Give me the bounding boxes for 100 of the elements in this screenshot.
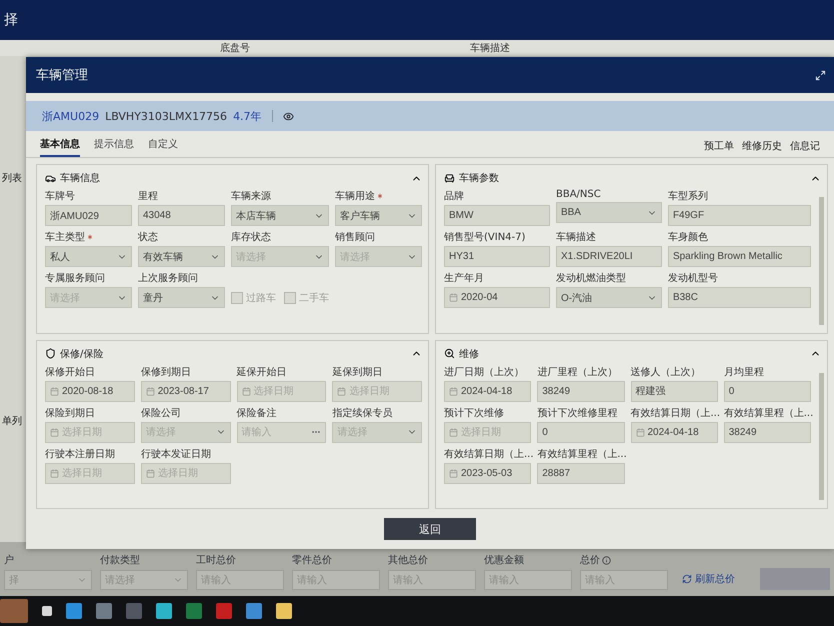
input-field[interactable]: 0 [724, 380, 811, 402]
field-label: 车牌号 [45, 190, 76, 203]
refresh-link[interactable]: 刷新总价 [682, 572, 735, 586]
field-label: 生产年月 [444, 272, 485, 285]
tab[interactable]: 提示信息 [94, 137, 134, 157]
input-field[interactable]: 38249 [537, 380, 624, 402]
date-field[interactable]: 2020-04 [444, 287, 550, 308]
section-title: 车辆信息 [60, 172, 100, 185]
input-field[interactable]: 浙AMU029 [45, 205, 132, 226]
field-label: 其他总价 [388, 554, 429, 567]
select-field[interactable]: 本店车辆 [231, 205, 329, 226]
input-field[interactable]: 0 [537, 422, 624, 442]
back-button[interactable]: 返回 [384, 518, 476, 540]
seat-icon [444, 172, 455, 184]
scrollbar[interactable] [819, 372, 824, 500]
vehicle-age: 4.7年 [233, 108, 262, 124]
input-field[interactable]: Sparkling Brown Metallic [668, 246, 811, 267]
field-label: 进厂日期（上次） [444, 366, 525, 378]
field-label: 车身颜色 [668, 230, 709, 244]
eye-icon[interactable] [282, 110, 294, 122]
tab[interactable]: 基本信息 [40, 137, 80, 157]
scrollbar[interactable] [819, 197, 824, 324]
header-link[interactable]: 维修历史 [742, 139, 782, 153]
field-label: 有效结算里程（上... [724, 406, 811, 420]
input-field[interactable]: 28887 [537, 462, 624, 484]
calendar-icon [449, 293, 458, 302]
desk-thumbnail[interactable] [0, 599, 28, 623]
field-label: 销售顾问 [335, 231, 376, 244]
header-link[interactable]: 信息记 [790, 139, 820, 153]
input-field[interactable]: HY31 [444, 246, 550, 267]
calendar-icon [449, 468, 458, 478]
field-label: 状态 [138, 230, 159, 244]
field-label: 付款类型 [100, 554, 141, 567]
column-header: 车辆描述 [470, 42, 510, 55]
field-label: 延保开始日 [236, 366, 288, 378]
section-title: 保修/保险 [60, 348, 104, 360]
input-field[interactable]: X1.SDRIVE20LI [556, 246, 662, 267]
field-label: 有效结算日期（上... [444, 448, 532, 460]
field-label: 保修到期日 [140, 366, 192, 378]
select-field[interactable]: 客户车辆 [335, 205, 422, 226]
section-title: 车辆参数 [459, 172, 499, 185]
field-label: 月均里程 [724, 366, 765, 378]
field-label: 有效结算里程（上... [537, 448, 624, 460]
field-label: 库存状态 [231, 230, 272, 244]
plate-number: 浙AMU029 [42, 108, 100, 124]
window-title: 择 [4, 11, 18, 29]
calendar-icon [146, 386, 155, 396]
field-label: 品牌 [444, 190, 465, 203]
field-label: 发动机燃油类型 [556, 272, 627, 285]
calendar-icon [242, 386, 250, 396]
field-label: 上次服务顾问 [138, 272, 199, 285]
date-field[interactable]: 2023-05-03 [444, 462, 532, 484]
date-field[interactable]: 2024-04-18 [444, 380, 532, 402]
field-label: 保险公司 [140, 406, 182, 420]
input-field[interactable]: B38C [668, 287, 811, 308]
field-label: 专属服务顾问 [45, 272, 106, 285]
calendar-icon [449, 428, 458, 436]
date-field[interactable]: 2023-08-17 [140, 380, 230, 402]
select-field[interactable]: 私人 [45, 246, 132, 267]
input-field[interactable]: 38249 [724, 422, 811, 442]
field-label: 有效结算日期（上... [630, 406, 718, 420]
field-label: 里程 [138, 190, 159, 203]
field-label: 车辆用途 [335, 189, 422, 203]
calendar-icon [636, 428, 644, 436]
field-label: 行驶本发证日期 [140, 448, 212, 460]
field-label: 行驶本注册日期 [45, 448, 116, 460]
column-header: 底盘号 [220, 42, 250, 55]
tab[interactable]: 自定义 [148, 137, 178, 157]
header-link[interactable]: 预工单 [704, 139, 734, 153]
calendar-icon [449, 386, 458, 396]
field-label: 车辆来源 [231, 190, 272, 203]
select-field[interactable]: 有效车辆 [138, 246, 225, 267]
input-field[interactable]: 43048 [138, 205, 225, 226]
field-label: 户 [4, 554, 15, 567]
select-field[interactable]: BBA [556, 202, 662, 223]
field-label: 优惠金额 [484, 554, 525, 567]
field-label: 送修人（上次） [630, 366, 702, 378]
calendar-icon [146, 468, 155, 478]
shield-icon [45, 348, 56, 359]
input-field[interactable]: F49GF [668, 205, 811, 226]
section-label: 列表 [2, 172, 22, 184]
magnifier-icon [444, 348, 455, 359]
field-label: 工时总价 [196, 554, 237, 567]
maximize-icon[interactable] [815, 70, 826, 80]
date-field[interactable]: 2024-04-18 [630, 422, 718, 442]
refresh-icon [682, 574, 692, 584]
input-field[interactable]: 程建强 [630, 380, 718, 402]
select-field[interactable]: O-汽油 [556, 287, 662, 308]
field-label: 零件总价 [292, 554, 333, 567]
calendar-icon [337, 386, 346, 396]
input-field[interactable]: BMW [444, 205, 550, 226]
field-label: 发动机型号 [668, 272, 719, 285]
field-label: 预计下次维修里程 [537, 406, 618, 420]
select-field[interactable]: 童丹 [138, 287, 225, 308]
date-field[interactable]: 2020-08-18 [45, 380, 135, 402]
field-label: 延保到期日 [332, 366, 384, 378]
field-label: 进厂里程（上次） [537, 366, 618, 378]
calendar-icon [50, 386, 59, 396]
field-label: 保险备注 [236, 406, 278, 420]
field-label: 保险到期日 [45, 406, 96, 420]
